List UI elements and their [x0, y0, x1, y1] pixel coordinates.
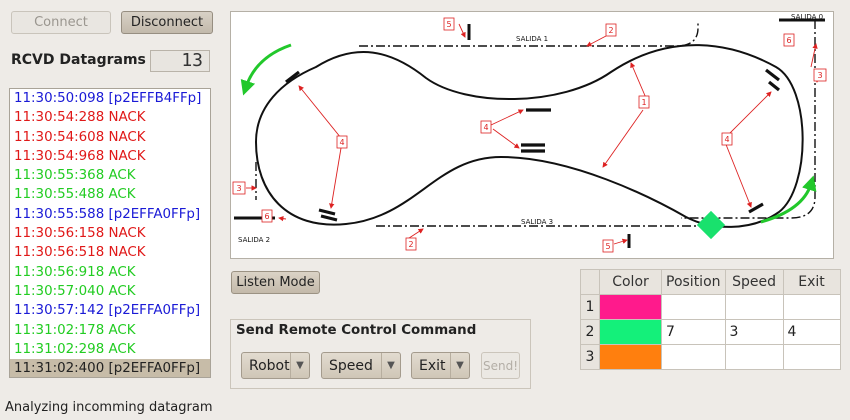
table-row[interactable]: 2 7 3 4 — [580, 319, 841, 345]
position-cell[interactable] — [661, 294, 726, 320]
callout-5-label: 5 — [606, 242, 611, 251]
salida-1-label: SALIDA 1 — [516, 35, 548, 43]
callout-6-label: 6 — [787, 36, 792, 45]
row-header[interactable]: 3 — [580, 344, 600, 370]
log-entry[interactable]: 11:30:57:142 [p2EFFA0FFp] — [10, 301, 210, 320]
column-header-position[interactable]: Position — [661, 269, 726, 295]
color-cell[interactable] — [599, 294, 662, 320]
exit-cell[interactable] — [782, 294, 841, 320]
exit-cell[interactable] — [782, 344, 841, 370]
color-cell[interactable] — [599, 319, 662, 345]
log-entry[interactable]: 11:30:50:098 [p2EFFB4FFp] — [10, 89, 210, 108]
callout-2-label: 2 — [409, 240, 414, 249]
row-header[interactable]: 2 — [580, 319, 600, 345]
chevron-down-icon: ▼ — [450, 353, 469, 378]
connect-button[interactable]: Connect — [11, 11, 111, 34]
chevron-down-icon: ▼ — [381, 353, 400, 378]
callout-2-label: 2 — [609, 26, 614, 35]
callout-4-label: 4 — [725, 135, 730, 144]
log-entry[interactable]: 11:30:56:918 ACK — [10, 263, 210, 282]
callout-5-label: 5 — [447, 20, 452, 29]
table-header-row: Color Position Speed Exit — [580, 269, 841, 295]
salida-3-label: SALIDA 3 — [521, 218, 553, 226]
log-entry[interactable]: 11:30:54:608 NACK — [10, 128, 210, 147]
column-header-exit[interactable]: Exit — [782, 269, 841, 295]
datagram-log-list[interactable]: 11:30:50:098 [p2EFFB4FFp] 11:30:54:288 NA… — [9, 88, 211, 378]
speed-dropdown[interactable]: Speed ▼ — [321, 352, 401, 379]
log-entry[interactable]: 11:30:55:488 ACK — [10, 185, 210, 204]
log-entry[interactable]: 11:31:02:400 [p2EFFA0FFp] — [10, 359, 210, 377]
send-button[interactable]: Send! — [481, 352, 520, 379]
log-entry[interactable]: 11:30:54:288 NACK — [10, 108, 210, 127]
speed-cell[interactable]: 3 — [724, 319, 784, 345]
exit-dropdown[interactable]: Exit ▼ — [411, 352, 470, 379]
callout-3-label: 3 — [237, 184, 242, 193]
log-entry[interactable]: 11:30:56:158 NACK — [10, 224, 210, 243]
siding-lines — [255, 20, 816, 227]
column-header-color[interactable]: Color — [599, 269, 662, 295]
log-entry[interactable]: 11:30:57:040 ACK — [10, 282, 210, 301]
log-entry[interactable]: 11:30:55:368 ACK — [10, 166, 210, 185]
corner-header — [580, 269, 600, 295]
track-diagram: 1 2 2 3 3 4 4 4 5 5 6 6 SALIDA 1 SALIDA … — [232, 13, 827, 253]
train-marker — [696, 210, 726, 240]
status-bar-text: Analyzing incomming datagram — [5, 400, 213, 415]
robot-dropdown-label: Robot — [249, 357, 290, 374]
direction-arrow-icon — [240, 43, 292, 96]
row-header[interactable]: 1 — [580, 294, 600, 320]
robot-dropdown[interactable]: Robot ▼ — [241, 352, 310, 379]
rcvd-datagrams-counter: 13 — [150, 50, 210, 72]
position-cell[interactable]: 7 — [661, 319, 726, 345]
speed-dropdown-label: Speed — [329, 357, 373, 374]
color-cell[interactable] — [599, 344, 662, 370]
log-entry[interactable]: 11:31:02:178 ACK — [10, 321, 210, 340]
salida-0-label: SALIDA 0 — [791, 13, 823, 21]
log-entry[interactable]: 11:30:54:968 NACK — [10, 147, 210, 166]
table-row[interactable]: 3 — [580, 344, 841, 370]
track-map-panel: 1 2 2 3 3 4 4 4 5 5 6 6 SALIDA 1 SALIDA … — [230, 11, 834, 259]
rcvd-datagrams-label: RCVD Datagrams — [11, 52, 146, 68]
chevron-down-icon: ▼ — [290, 353, 309, 378]
callout-1-label: 1 — [642, 98, 647, 107]
speed-cell[interactable] — [724, 294, 784, 320]
remote-control-title: Send Remote Control Command — [236, 323, 477, 338]
callout-3-label: 3 — [818, 71, 823, 80]
position-cell[interactable] — [661, 344, 726, 370]
listen-mode-button[interactable]: Listen Mode — [231, 271, 320, 294]
table-row[interactable]: 1 — [580, 294, 841, 320]
log-entry[interactable]: 11:30:55:588 [p2EFFA0FFp] — [10, 205, 210, 224]
salida-2-label: SALIDA 2 — [238, 236, 270, 244]
robot-status-table[interactable]: Color Position Speed Exit 1 2 7 3 4 3 — [580, 269, 841, 370]
callout-4-label: 4 — [484, 123, 489, 132]
log-entry[interactable]: 11:31:02:298 ACK — [10, 340, 210, 359]
column-header-speed[interactable]: Speed — [724, 269, 784, 295]
callout-4-label: 4 — [340, 138, 345, 147]
disconnect-button[interactable]: Disconnect — [121, 11, 213, 34]
speed-cell[interactable] — [724, 344, 784, 370]
remote-control-panel: Send Remote Control Command Robot ▼ Spee… — [230, 319, 531, 389]
callout-6-label: 6 — [265, 212, 270, 221]
exit-cell[interactable]: 4 — [782, 319, 841, 345]
exit-dropdown-label: Exit — [419, 357, 446, 374]
track-sections — [285, 68, 780, 222]
log-entry[interactable]: 11:30:56:518 NACK — [10, 243, 210, 262]
